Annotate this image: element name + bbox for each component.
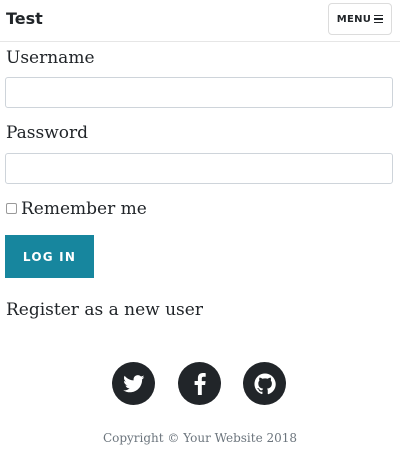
github-icon[interactable] — [243, 362, 286, 405]
copyright-text: Copyright © Your Website 2018 — [102, 431, 298, 445]
twitter-icon[interactable] — [112, 362, 155, 405]
remember-me-row[interactable]: Remember me — [6, 199, 147, 219]
menu-button[interactable]: MENU — [328, 3, 392, 35]
hamburger-icon — [374, 14, 384, 24]
facebook-icon[interactable] — [178, 362, 221, 405]
remember-me-checkbox[interactable] — [6, 202, 17, 214]
remember-me-label[interactable]: Remember me — [21, 199, 147, 219]
password-label: Password — [6, 123, 89, 143]
brand-title[interactable]: Test — [6, 9, 43, 28]
username-input[interactable] — [5, 77, 393, 108]
password-input[interactable] — [5, 153, 393, 184]
login-button[interactable]: LOG IN — [5, 235, 94, 278]
navbar: Test MENU — [0, 0, 400, 42]
register-link[interactable]: Register as a new user — [6, 300, 203, 320]
username-label: Username — [6, 48, 95, 68]
menu-label: MENU — [336, 13, 372, 25]
